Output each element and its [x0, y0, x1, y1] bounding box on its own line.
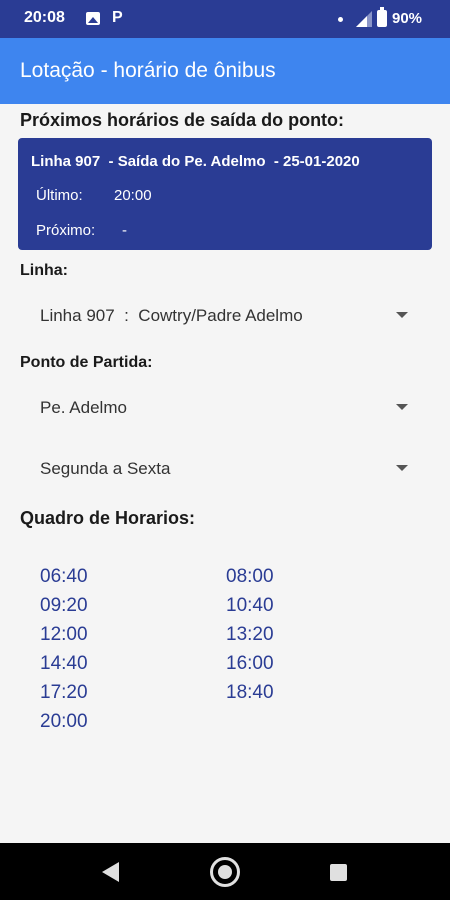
next-value: -: [122, 222, 127, 239]
schedule-time: 17:20: [40, 682, 88, 703]
schedule-time: 14:40: [40, 653, 88, 674]
dropdown-arrow-icon: [396, 404, 408, 410]
status-bar: 20:08 P 90%: [0, 0, 450, 38]
line-dropdown-value: Linha 907 : Cowtry/Padre Adelmo: [40, 306, 303, 325]
next-departures-heading: Próximos horários de saída do ponto:: [20, 110, 345, 130]
line-dropdown[interactable]: Linha 907 : Cowtry/Padre Adelmo: [40, 300, 420, 330]
card-header: Linha 907 - Saída do Pe. Adelmo - 25-01-…: [31, 153, 360, 170]
home-icon[interactable]: [210, 857, 240, 887]
dot-icon: [338, 17, 343, 22]
dropdown-arrow-icon: [396, 312, 408, 318]
line-label: Linha:: [20, 262, 68, 279]
schedule-time: 13:20: [226, 624, 274, 645]
p-app-icon: P: [112, 9, 123, 26]
days-value: Segunda a Sexta: [40, 459, 171, 478]
recents-icon[interactable]: [330, 864, 347, 881]
battery-icon: [377, 7, 387, 27]
photo-icon: [86, 12, 100, 25]
signal-icon: [356, 11, 372, 27]
back-icon[interactable]: [102, 862, 119, 882]
departure-point-dropdown[interactable]: Pe. Adelmo: [40, 392, 420, 422]
schedule-time: 06:40: [40, 566, 88, 587]
app-title: Lotação - horário de ônibus: [20, 59, 276, 82]
last-value: 20:00: [114, 187, 152, 204]
days-dropdown[interactable]: Segunda a Sexta: [40, 453, 420, 483]
schedule-time: 16:00: [226, 653, 274, 674]
status-time: 20:08: [24, 9, 65, 26]
battery-percent: 90%: [392, 10, 423, 27]
schedule-time: 08:00: [226, 566, 274, 587]
schedule-heading: Quadro de Horarios:: [20, 508, 196, 528]
schedule-time: 20:00: [40, 711, 88, 732]
schedule-time: 12:00: [40, 624, 88, 645]
schedule-time: 09:20: [40, 595, 88, 616]
departure-point-value: Pe. Adelmo: [40, 398, 127, 417]
schedule-grid: 06:40 08:00 09:20 10:40 12:00 13:20 14:4…: [40, 565, 360, 734]
dropdown-arrow-icon: [396, 465, 408, 471]
last-label: Último:: [36, 187, 83, 204]
schedule-time: 18:40: [226, 682, 274, 703]
departure-point-label: Ponto de Partida:: [20, 354, 153, 371]
app-bar: Lotação - horário de ônibus: [0, 38, 450, 104]
next-label: Próximo:: [36, 222, 96, 239]
schedule-time: 10:40: [226, 595, 274, 616]
navigation-bar: [0, 843, 450, 900]
next-departure-card: Linha 907 - Saída do Pe. Adelmo - 25-01-…: [18, 138, 432, 250]
